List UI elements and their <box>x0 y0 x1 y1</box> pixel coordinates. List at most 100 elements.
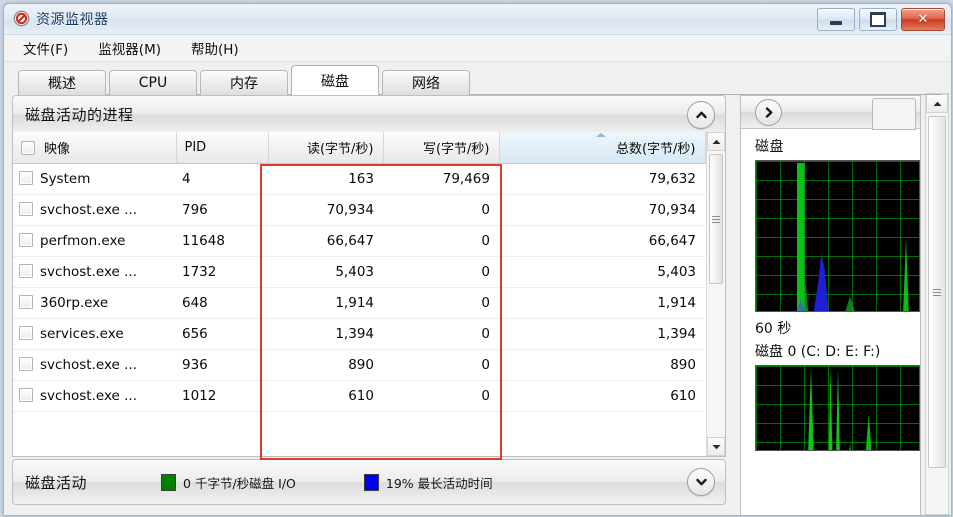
cell-image: svchost.exe ... <box>13 380 176 412</box>
disk-activity-title: 磁盘活动 <box>25 473 88 492</box>
graph-panel-tab[interactable] <box>872 98 916 130</box>
caption-buttons: ✕ <box>817 8 945 31</box>
cell-total: 890 <box>499 349 705 381</box>
row-checkbox[interactable] <box>19 171 33 185</box>
resource-monitor-window: 资源监视器 ✕ 文件(F) 监视器(M) 帮助(H) 概述 CPU 内存 磁盘 … <box>3 3 952 516</box>
menu-help[interactable]: 帮助(H) <box>188 36 242 60</box>
cell-image-label: svchost.exe ... <box>40 388 137 404</box>
table-scrollbar[interactable] <box>706 132 725 456</box>
cell-pid: 656 <box>176 318 268 350</box>
maximize-button[interactable] <box>859 8 897 31</box>
close-button[interactable]: ✕ <box>901 8 945 31</box>
table-row[interactable]: svchost.exe ... 1012 610 0 610 <box>13 380 705 412</box>
left-pane: 磁盘活动的进程 映像 PID 读(字节/秒) 写(字节/秒) 总数(字节/秒) … <box>12 95 726 513</box>
process-table-container: 映像 PID 读(字节/秒) 写(字节/秒) 总数(字节/秒) System 4… <box>12 132 726 457</box>
column-header-write-label: 写(字节/秒) <box>422 142 490 157</box>
cell-image: svchost.exe ... <box>13 256 176 288</box>
cell-image-label: svchost.exe ... <box>40 202 137 218</box>
menu-file[interactable]: 文件(F) <box>20 36 71 60</box>
tab-bar: 概述 CPU 内存 磁盘 网络 <box>4 62 951 95</box>
tab-cpu-label: CPU <box>138 75 168 91</box>
row-checkbox[interactable] <box>19 264 33 278</box>
scroll-down-button[interactable] <box>707 437 725 456</box>
cell-image: svchost.exe ... <box>13 349 176 381</box>
tab-network[interactable]: 网络 <box>382 70 470 95</box>
scrollbar-thumb[interactable] <box>709 154 723 284</box>
tab-overview-label: 概述 <box>48 76 76 92</box>
disk-activity-bar[interactable]: 磁盘活动 0 千字节/秒磁盘 I/O 19% 最长活动时间 <box>12 459 726 505</box>
cell-image: services.exe <box>13 318 176 350</box>
outer-scrollbar[interactable] <box>925 93 949 515</box>
legend-label-highest-active-time: 19% 最长活动时间 <box>385 475 493 491</box>
cell-image-label: perfmon.exe <box>40 233 126 249</box>
column-header-image[interactable]: 映像 <box>13 132 177 164</box>
table-row[interactable]: svchost.exe ... 796 70,934 0 70,934 <box>13 194 705 226</box>
cell-total: 70,934 <box>499 194 705 226</box>
cell-total: 1,914 <box>499 287 705 319</box>
row-checkbox[interactable] <box>19 326 33 340</box>
row-checkbox[interactable] <box>19 202 33 216</box>
cell-pid: 11648 <box>176 225 268 257</box>
table-row[interactable]: services.exe 656 1,394 0 1,394 <box>13 318 705 350</box>
graph-title-disk: 磁盘 <box>755 139 784 155</box>
column-header-total-label: 总数(字节/秒) <box>615 142 696 157</box>
table-row[interactable]: perfmon.exe 11648 66,647 0 66,647 <box>13 225 705 257</box>
cell-read: 5,403 <box>268 256 383 288</box>
row-checkbox[interactable] <box>19 295 33 309</box>
table-row[interactable]: svchost.exe ... 1732 5,403 0 5,403 <box>13 256 705 288</box>
menu-monitor[interactable]: 监视器(M) <box>95 36 164 60</box>
cell-write: 0 <box>383 349 499 381</box>
outer-scroll-up-button[interactable] <box>926 94 948 113</box>
row-checkbox[interactable] <box>19 233 33 247</box>
column-header-write[interactable]: 写(字节/秒) <box>383 132 500 164</box>
table-row[interactable]: 360rp.exe 648 1,914 0 1,914 <box>13 287 705 319</box>
cell-read: 1,394 <box>268 318 383 350</box>
outer-scrollbar-thumb[interactable] <box>928 116 946 468</box>
table-row[interactable]: svchost.exe ... 936 890 0 890 <box>13 349 705 381</box>
cell-image-label: services.exe <box>40 326 124 342</box>
legend-highest-active-time: 19% 最长活动时间 <box>363 473 493 492</box>
select-all-checkbox[interactable] <box>21 141 35 155</box>
title-bar: 资源监视器 ✕ <box>4 4 951 35</box>
right-pane: 磁盘 60 秒 磁盘 0 (C: D: E: F:) <box>734 93 951 515</box>
column-header-read[interactable]: 读(字节/秒) <box>268 132 384 164</box>
table-row[interactable]: System 4 163 79,469 79,632 <box>13 163 705 195</box>
cell-image: perfmon.exe <box>13 225 176 257</box>
cell-write: 0 <box>383 318 499 350</box>
cell-write: 0 <box>383 380 499 412</box>
tab-cpu[interactable]: CPU <box>109 70 197 95</box>
section-title: 磁盘活动的进程 <box>25 106 134 124</box>
chevron-right-icon[interactable] <box>755 99 782 126</box>
tab-overview[interactable]: 概述 <box>18 70 106 95</box>
cell-image: 360rp.exe <box>13 287 176 319</box>
cell-pid: 796 <box>176 194 268 226</box>
tab-disk-label: 磁盘 <box>321 73 349 90</box>
column-header-total[interactable]: 总数(字节/秒) <box>499 132 706 164</box>
scroll-up-button[interactable] <box>707 132 725 151</box>
cell-write: 79,469 <box>383 163 499 195</box>
minimize-icon <box>830 20 842 25</box>
cell-total: 66,647 <box>499 225 705 257</box>
minimize-button[interactable] <box>817 8 855 31</box>
maximize-icon <box>870 12 886 27</box>
cell-image: svchost.exe ... <box>13 194 176 226</box>
tab-memory[interactable]: 内存 <box>200 70 288 95</box>
graph-title-disk0: 磁盘 0 (C: D: E: F:) <box>755 344 881 360</box>
cell-write: 0 <box>383 287 499 319</box>
process-table: 映像 PID 读(字节/秒) 写(字节/秒) 总数(字节/秒) System 4… <box>13 132 706 412</box>
legend-swatch-green <box>161 473 177 491</box>
chevron-down-icon[interactable] <box>687 468 715 496</box>
cell-read: 1,914 <box>268 287 383 319</box>
row-checkbox[interactable] <box>19 388 33 402</box>
tab-disk[interactable]: 磁盘 <box>291 65 379 95</box>
cell-total: 79,632 <box>499 163 705 195</box>
cell-pid: 4 <box>176 163 268 195</box>
column-header-pid-label: PID <box>184 140 207 155</box>
row-checkbox[interactable] <box>19 357 33 371</box>
cell-image-label: svchost.exe ... <box>40 357 137 373</box>
legend-swatch-blue <box>363 473 379 491</box>
chevron-up-icon[interactable] <box>687 101 715 129</box>
legend-label-disk-io: 0 千字节/秒磁盘 I/O <box>183 475 296 491</box>
column-header-pid[interactable]: PID <box>176 132 269 164</box>
cell-read: 163 <box>268 163 383 195</box>
